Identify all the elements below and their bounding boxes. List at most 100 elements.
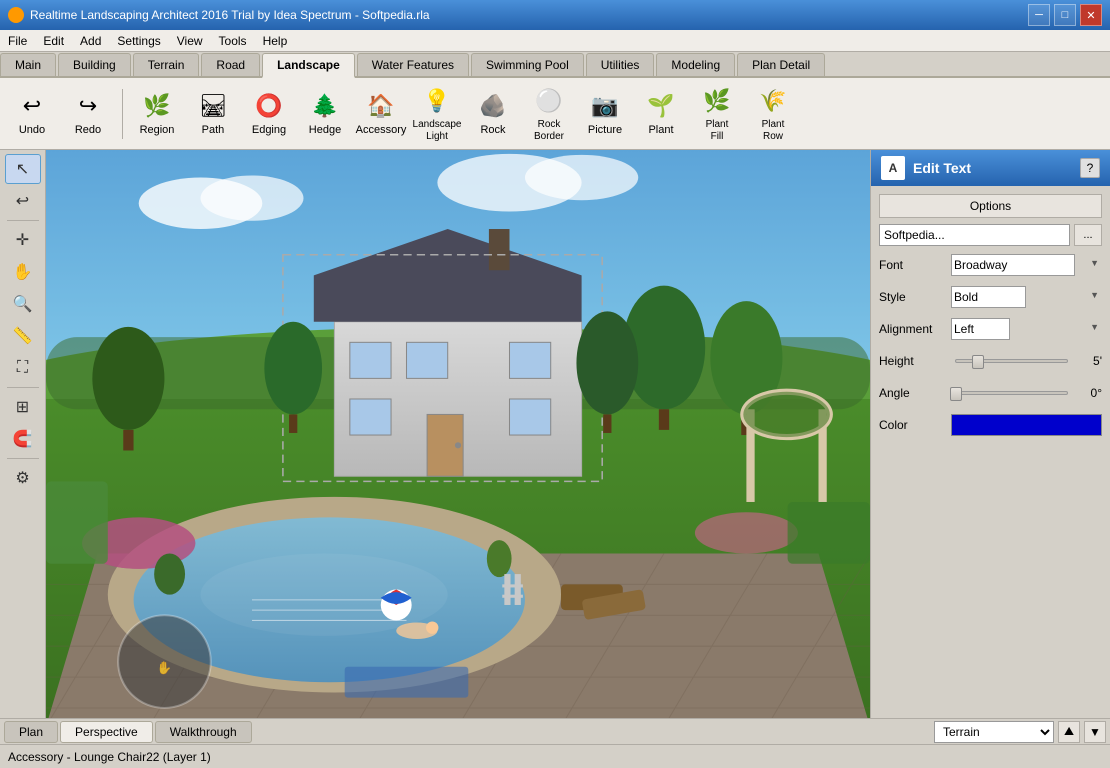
scene-svg: ✋: [46, 150, 870, 718]
hedge-label: Hedge: [309, 124, 341, 137]
terrain-icon-btn-2[interactable]: ▼: [1084, 721, 1106, 743]
height-slider-track[interactable]: [955, 359, 1068, 363]
snap-tool[interactable]: 🧲: [5, 424, 41, 454]
tab-main[interactable]: Main: [0, 53, 56, 76]
menu-view[interactable]: View: [169, 32, 211, 50]
toolbar-hedge[interactable]: 🌲 Hedge: [299, 83, 351, 145]
tool-separator-3: [7, 458, 39, 459]
toolbar-picture[interactable]: 📷 Picture: [579, 83, 631, 145]
title-bar: Realtime Landscaping Architect 2016 Tria…: [0, 0, 1110, 30]
menu-settings[interactable]: Settings: [109, 32, 168, 50]
undo-button[interactable]: ↩ Undo: [6, 83, 58, 145]
tab-landscape[interactable]: Landscape: [262, 53, 355, 78]
hedge-icon: 🌲: [309, 90, 341, 122]
tab-plan[interactable]: Plan: [4, 721, 58, 743]
pan-tool[interactable]: ✋: [5, 257, 41, 287]
tab-utilities[interactable]: Utilities: [586, 53, 655, 76]
height-slider-thumb[interactable]: [972, 355, 984, 369]
edging-label: Edging: [252, 124, 286, 137]
bottom-right-controls: Terrain Region Path Edging ⛰ ▼: [934, 721, 1106, 743]
tab-walkthrough[interactable]: Walkthrough: [155, 721, 252, 743]
app-icon: [8, 7, 24, 23]
landscape-light-icon: 💡: [421, 85, 453, 117]
right-panel: A Edit Text ? Options ... Font Broadway …: [870, 150, 1110, 718]
svg-text:✋: ✋: [157, 660, 172, 675]
zoom-tool[interactable]: 🔍: [5, 289, 41, 319]
window-title: Realtime Landscaping Architect 2016 Tria…: [30, 8, 430, 22]
toolbar: ↩ Undo ↪ Redo 🌿 Region 🛤 Path ⭕ Edging 🌲…: [0, 78, 1110, 150]
maximize-button[interactable]: □: [1054, 4, 1076, 26]
tab-plan-detail[interactable]: Plan Detail: [737, 53, 825, 76]
menu-edit[interactable]: Edit: [35, 32, 72, 50]
color-swatch[interactable]: [951, 414, 1102, 436]
tab-road[interactable]: Road: [201, 53, 260, 76]
close-button[interactable]: ✕: [1080, 4, 1102, 26]
toolbar-accessory[interactable]: 🏠 Accessory: [355, 83, 407, 145]
height-value: 5': [1072, 354, 1102, 368]
style-select-wrapper: Bold Regular Italic Bold Italic: [951, 286, 1102, 308]
tab-building[interactable]: Building: [58, 53, 131, 76]
redo-icon: ↪: [72, 90, 104, 122]
alignment-select-wrapper: Left Center Right: [951, 318, 1102, 340]
angle-slider-track[interactable]: [955, 391, 1068, 395]
plant-fill-label: PlantFill: [706, 119, 729, 143]
redo-label: Redo: [75, 124, 101, 137]
rock-border-label: RockBorder: [534, 119, 564, 143]
rock-icon: 🪨: [477, 90, 509, 122]
style-select[interactable]: Bold Regular Italic Bold Italic: [951, 286, 1026, 308]
plant-row-label: PlantRow: [762, 119, 785, 143]
grid-tool[interactable]: ⊞: [5, 392, 41, 422]
text-input[interactable]: [879, 224, 1070, 246]
titlebar-left: Realtime Landscaping Architect 2016 Tria…: [8, 7, 430, 23]
tab-water-features[interactable]: Water Features: [357, 53, 469, 76]
region-label: Region: [140, 124, 175, 137]
toolbar-rock[interactable]: 🪨 Rock: [467, 83, 519, 145]
measure-tool[interactable]: 📏: [5, 321, 41, 351]
toolbar-plant[interactable]: 🌱 Plant: [635, 83, 687, 145]
status-text: Accessory - Lounge Chair22 (Layer 1): [8, 750, 211, 764]
alignment-select[interactable]: Left Center Right: [951, 318, 1010, 340]
select-tool[interactable]: ↖: [5, 154, 41, 184]
tab-perspective[interactable]: Perspective: [60, 721, 153, 743]
canvas-area[interactable]: SOFTPEDIA: [46, 150, 870, 718]
toolbar-landscape-light[interactable]: 💡 LandscapeLight: [411, 83, 463, 145]
browse-button[interactable]: ...: [1074, 224, 1102, 246]
picture-label: Picture: [588, 124, 622, 137]
toolbar-region[interactable]: 🌿 Region: [131, 83, 183, 145]
menu-file[interactable]: File: [0, 32, 35, 50]
edit-text-title: Edit Text: [913, 160, 1072, 176]
style-row: Style Bold Regular Italic Bold Italic: [879, 284, 1102, 310]
terrain-dropdown[interactable]: Terrain Region Path Edging: [934, 721, 1054, 743]
settings-tool[interactable]: ⚙: [5, 463, 41, 493]
undo-tool[interactable]: ↩: [5, 186, 41, 216]
tab-terrain[interactable]: Terrain: [133, 53, 200, 76]
toolbar-rock-border[interactable]: ⚪ RockBorder: [523, 83, 575, 145]
toolbar-plant-row[interactable]: 🌾 PlantRow: [747, 83, 799, 145]
tab-swimming-pool[interactable]: Swimming Pool: [471, 53, 584, 76]
redo-button[interactable]: ↪ Redo: [62, 83, 114, 145]
menu-add[interactable]: Add: [72, 32, 109, 50]
status-bar: Accessory - Lounge Chair22 (Layer 1): [0, 744, 1110, 768]
edging-icon: ⭕: [253, 90, 285, 122]
minimize-button[interactable]: ─: [1028, 4, 1050, 26]
alignment-label: Alignment: [879, 322, 951, 336]
angle-row: Angle 0°: [879, 380, 1102, 406]
toolbar-plant-fill[interactable]: 🌿 PlantFill: [691, 83, 743, 145]
angle-label: Angle: [879, 386, 951, 400]
options-button[interactable]: Options: [879, 194, 1102, 218]
menu-tools[interactable]: Tools: [211, 32, 255, 50]
tab-modeling[interactable]: Modeling: [656, 53, 735, 76]
accessory-icon: 🏠: [365, 90, 397, 122]
angle-value: 0°: [1072, 386, 1102, 400]
menu-help[interactable]: Help: [255, 32, 296, 50]
toolbar-path[interactable]: 🛤 Path: [187, 83, 239, 145]
toolbar-edging[interactable]: ⭕ Edging: [243, 83, 295, 145]
help-button[interactable]: ?: [1080, 158, 1100, 178]
angle-slider-thumb[interactable]: [950, 387, 962, 401]
fullscreen-tool[interactable]: ⛶: [5, 353, 41, 383]
font-select[interactable]: Broadway Arial Times New Roman Verdana: [951, 254, 1075, 276]
terrain-icon-btn-1[interactable]: ⛰: [1058, 721, 1080, 743]
text-icon-letter: A: [889, 161, 898, 175]
crosshair-tool[interactable]: ✛: [5, 225, 41, 255]
plant-fill-icon: 🌿: [701, 85, 733, 117]
